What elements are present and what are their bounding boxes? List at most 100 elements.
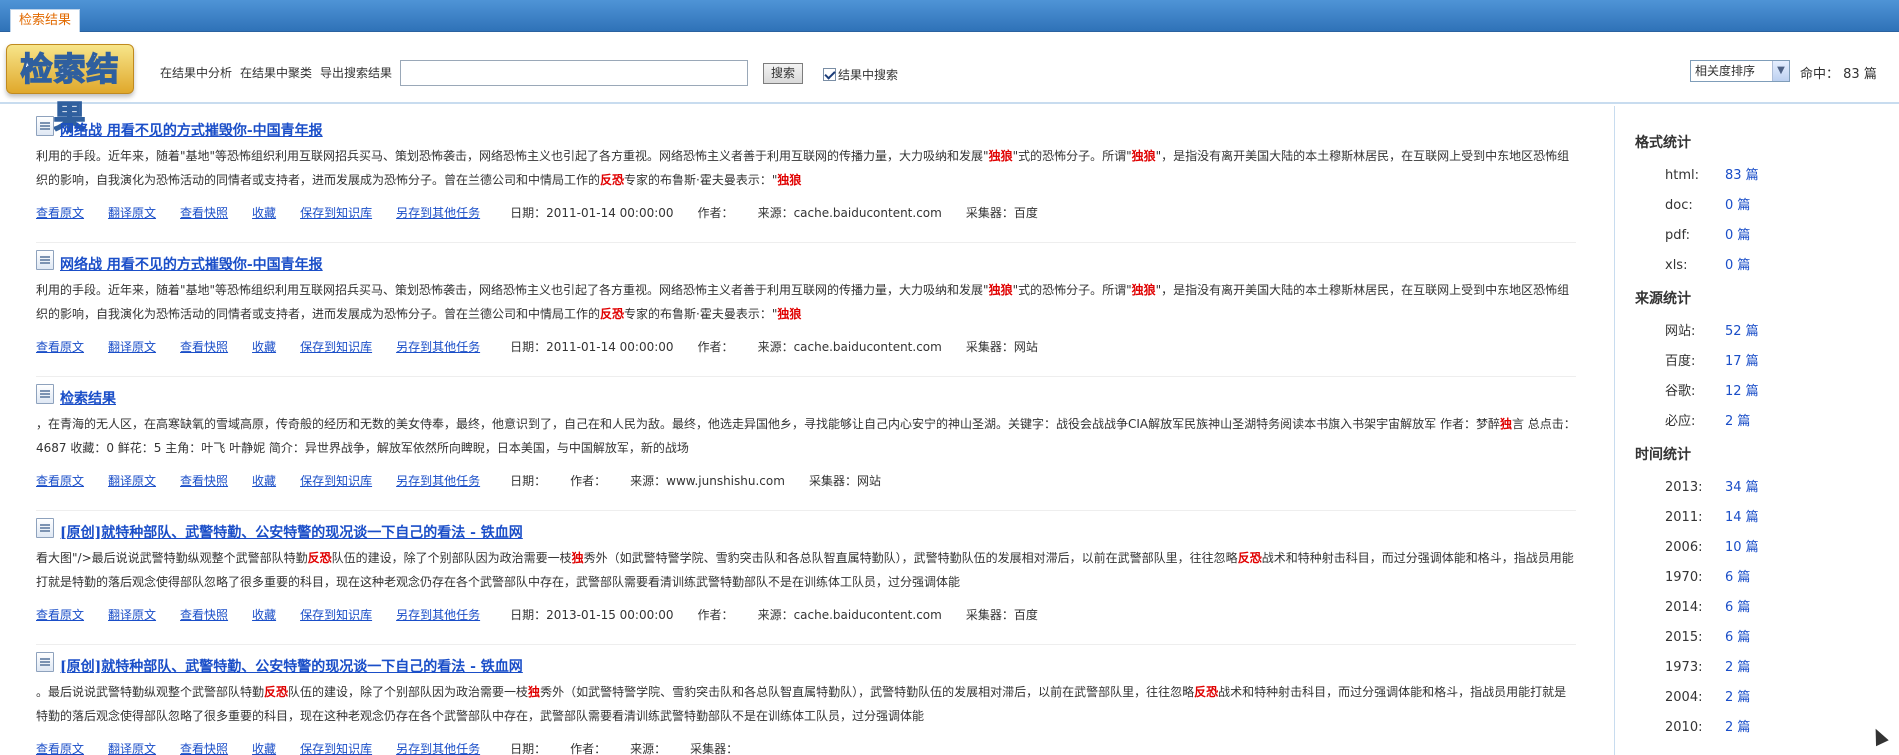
view-snapshot-link[interactable]: 查看快照 (180, 474, 228, 488)
keyword-highlight: 独狼 (988, 283, 1013, 297)
search-input[interactable] (400, 60, 748, 86)
export-results-link[interactable]: 导出搜索结果 (320, 64, 392, 81)
stats-item-label: 1970: (1665, 570, 1703, 585)
view-snapshot-link[interactable]: 查看快照 (180, 742, 228, 755)
result-title-link[interactable]: 检索结果 (60, 388, 116, 408)
stats-item: html: 83 篇 (1665, 164, 1759, 183)
cluster-in-results-link[interactable]: 在结果中聚类 (240, 64, 312, 81)
favorite-link[interactable]: 收藏 (252, 742, 276, 755)
checkbox-checked-icon[interactable] (823, 68, 836, 81)
stats-item: 2006: 10 篇 (1665, 536, 1759, 555)
stats-item-label: 2014: (1665, 600, 1703, 615)
stats-item-count-link[interactable]: 6 篇 (1725, 570, 1750, 585)
view-original-link[interactable]: 查看原文 (36, 340, 84, 354)
save-to-other-task-link[interactable]: 另存到其他任务 (396, 474, 480, 488)
save-to-other-task-link[interactable]: 另存到其他任务 (396, 340, 480, 354)
stats-item-count-link[interactable]: 10 篇 (1725, 540, 1759, 555)
result-date: 日期：2011-01-14 00:00:00 (510, 340, 674, 354)
save-to-other-task-link[interactable]: 另存到其他任务 (396, 206, 480, 220)
stats-item-label: 1973: (1665, 660, 1703, 675)
top-tab-bar: 检索结果 (0, 0, 1899, 32)
stats-item: 必应: 2 篇 (1665, 410, 1750, 429)
sort-select[interactable]: 相关度排序 ▼ (1690, 60, 1790, 82)
stats-section-title: 时间统计 (1635, 447, 1691, 463)
translate-original-link[interactable]: 翻译原文 (108, 340, 156, 354)
result-divider (36, 376, 1576, 377)
stats-item-count-link[interactable]: 17 篇 (1725, 354, 1759, 369)
view-original-link[interactable]: 查看原文 (36, 206, 84, 220)
stats-item-label: 必应: (1665, 414, 1696, 429)
chevron-down-icon[interactable]: ▼ (1772, 61, 1789, 81)
stats-sidebar: 格式统计 html: 83 篇 doc: 0 篇 pdf: 0 篇 xls: 0 篇来源统计 网站… (1617, 106, 1899, 755)
result-date: 日期：2013-01-15 00:00:00 (510, 608, 674, 622)
result-collector: 采集器：网站 (965, 340, 1038, 354)
keyword-highlight: 反恐 (600, 307, 625, 321)
save-to-knowledge-base-link[interactable]: 保存到知识库 (300, 608, 372, 622)
stats-item-count-link[interactable]: 0 篇 (1725, 198, 1750, 213)
stats-item-count-link[interactable]: 2 篇 (1725, 414, 1750, 429)
save-to-knowledge-base-link[interactable]: 保存到知识库 (300, 474, 372, 488)
stats-item: 2010: 2 篇 (1665, 716, 1750, 735)
result-title-link[interactable]: [原创]就特种部队、武警特勤、公安特警的现况谈一下自己的看法 - 铁血网 (60, 656, 523, 676)
result-snippet: 看大图"/>最后说说武警特勤纵观整个武警部队特勤反恐队伍的建设，除了个别部队因为… (36, 551, 1574, 589)
tab-search-results[interactable]: 检索结果 (10, 9, 81, 32)
stats-item: xls: 0 篇 (1665, 254, 1750, 273)
document-icon (36, 384, 54, 404)
stats-item-count-link[interactable]: 83 篇 (1725, 168, 1759, 183)
result-meta-row: 查看原文 翻译原文 查看快照 收藏 保存到知识库 另存到其他任务 日期：2011-01-14… (36, 204, 1056, 220)
view-original-link[interactable]: 查看原文 (36, 742, 84, 755)
stats-item-count-link[interactable]: 12 篇 (1725, 384, 1759, 399)
result-title-link[interactable]: 网络战 用看不见的方式摧毁你-中国青年报 (60, 120, 323, 140)
keyword-highlight: 独狼 (777, 173, 802, 187)
stats-item-count-link[interactable]: 34 篇 (1725, 480, 1759, 495)
favorite-link[interactable]: 收藏 (252, 206, 276, 220)
keyword-highlight: 独 (1499, 417, 1512, 431)
translate-original-link[interactable]: 翻译原文 (108, 608, 156, 622)
keyword-highlight: 独狼 (777, 307, 802, 321)
view-snapshot-link[interactable]: 查看快照 (180, 608, 228, 622)
save-to-knowledge-base-link[interactable]: 保存到知识库 (300, 340, 372, 354)
view-snapshot-link[interactable]: 查看快照 (180, 206, 228, 220)
result-title-link[interactable]: [原创]就特种部队、武警特勤、公安特警的现况谈一下自己的看法 - 铁血网 (60, 522, 523, 542)
save-to-other-task-link[interactable]: 另存到其他任务 (396, 608, 480, 622)
stats-item-count-link[interactable]: 2 篇 (1725, 720, 1750, 735)
stats-item-count-link[interactable]: 2 篇 (1725, 690, 1750, 705)
result-item: [原创]就特种部队、武警特勤、公安特警的现况谈一下自己的看法 - 铁血网看大图"… (0, 518, 1590, 648)
result-date: 日期： (510, 474, 547, 488)
save-to-knowledge-base-link[interactable]: 保存到知识库 (300, 742, 372, 755)
stats-item-label: 2013: (1665, 480, 1703, 495)
stats-item-count-link[interactable]: 0 篇 (1725, 258, 1750, 273)
analyze-in-results-link[interactable]: 在结果中分析 (160, 64, 232, 81)
stats-item-count-link[interactable]: 0 篇 (1725, 228, 1750, 243)
favorite-link[interactable]: 收藏 (252, 340, 276, 354)
keyword-highlight: 独 (571, 551, 584, 565)
stats-item-count-link[interactable]: 14 篇 (1725, 510, 1759, 525)
view-original-link[interactable]: 查看原文 (36, 608, 84, 622)
save-to-other-task-link[interactable]: 另存到其他任务 (396, 742, 480, 755)
translate-original-link[interactable]: 翻译原文 (108, 742, 156, 755)
favorite-link[interactable]: 收藏 (252, 608, 276, 622)
result-snippet: ，在青海的无人区，在高寒缺氧的雪域高原，传奇般的经历和无数的美女侍奉，最终，他意… (36, 417, 1576, 455)
keyword-highlight: 独 (528, 685, 541, 699)
result-title-link[interactable]: 网络战 用看不见的方式摧毁你-中国青年报 (60, 254, 323, 274)
document-icon (36, 652, 54, 672)
search-within-results-label: 结果中搜索 (838, 68, 899, 82)
hit-count: 命中： 83 篇 (1800, 63, 1877, 82)
view-original-link[interactable]: 查看原文 (36, 474, 84, 488)
translate-original-link[interactable]: 翻译原文 (108, 206, 156, 220)
save-to-knowledge-base-link[interactable]: 保存到知识库 (300, 206, 372, 220)
search-button[interactable]: 搜索 (763, 63, 803, 84)
stats-item-count-link[interactable]: 6 篇 (1725, 630, 1750, 645)
stats-item: 2011: 14 篇 (1665, 506, 1759, 525)
stats-item-count-link[interactable]: 6 篇 (1725, 600, 1750, 615)
favorite-link[interactable]: 收藏 (252, 474, 276, 488)
stats-item-count-link[interactable]: 52 篇 (1725, 324, 1759, 339)
sort-selected-value: 相关度排序 (1695, 64, 1756, 78)
stats-item-count-link[interactable]: 2 篇 (1725, 660, 1750, 675)
view-snapshot-link[interactable]: 查看快照 (180, 340, 228, 354)
stats-item-label: 谷歌: (1665, 384, 1696, 399)
stats-item: 2004: 2 篇 (1665, 686, 1750, 705)
translate-original-link[interactable]: 翻译原文 (108, 474, 156, 488)
keyword-highlight: 独狼 (988, 149, 1013, 163)
search-within-results-checkbox[interactable]: 结果中搜索 (823, 66, 898, 83)
